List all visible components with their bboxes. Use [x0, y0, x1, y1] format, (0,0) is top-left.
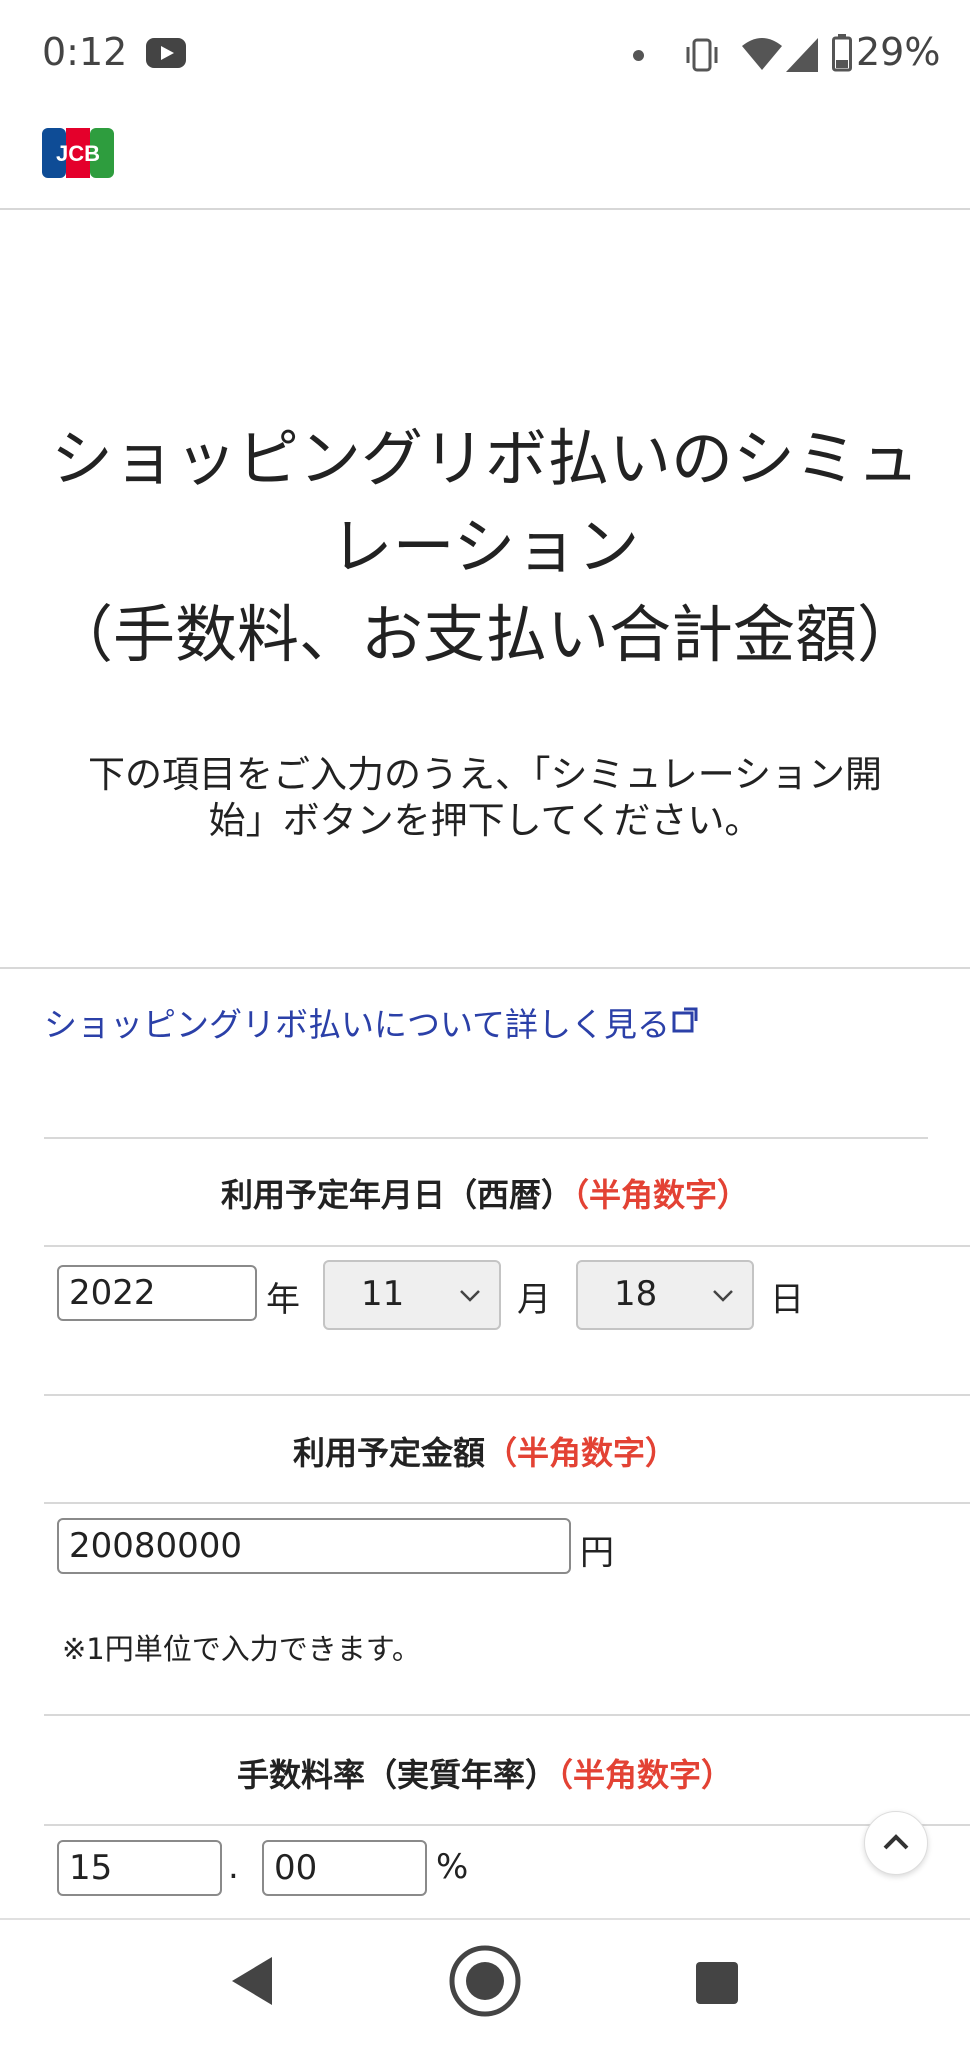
status-bar: 0:12 29%	[0, 0, 970, 110]
month-unit: 月	[517, 1280, 551, 1320]
nav-back-icon[interactable]	[230, 1955, 274, 2007]
year-input[interactable]: 2022	[57, 1265, 257, 1321]
amount-label-text: 利用予定金額	[292, 1434, 485, 1472]
intro-line: 始」ボタンを押下してください。	[208, 799, 762, 842]
day-value: 18	[614, 1274, 658, 1314]
rate-label-hint: （半角数字）	[557, 1756, 734, 1794]
chevron-down-icon	[460, 1290, 480, 1302]
jcb-logo[interactable]: JCB	[42, 128, 114, 178]
day-select[interactable]: 18	[576, 1260, 754, 1330]
section-divider	[0, 967, 970, 969]
form-divider	[44, 1245, 970, 1247]
rate-decimal-point: .	[228, 1847, 239, 1887]
battery-level: 29%	[856, 30, 941, 74]
form-divider	[44, 1714, 970, 1716]
rate-field-label: 手数料率（実質年率）（半角数字）	[0, 1750, 970, 1796]
date-field-label: 利用予定年月日（西暦）（半角数字）	[0, 1170, 970, 1216]
month-select[interactable]: 11	[323, 1260, 501, 1330]
rate-label-text: 手数料率（実質年率）	[236, 1756, 557, 1794]
chevron-up-icon	[883, 1834, 909, 1850]
wifi-icon	[742, 38, 782, 70]
external-link-icon[interactable]	[672, 1005, 700, 1033]
form-divider	[44, 1137, 928, 1139]
date-label-text: 利用予定年月日（西暦）	[220, 1176, 573, 1214]
youtube-icon	[146, 38, 186, 68]
month-value: 11	[361, 1274, 405, 1314]
battery-icon	[832, 34, 852, 72]
scroll-to-top-button[interactable]	[864, 1811, 928, 1875]
nav-recents-icon[interactable]	[696, 1962, 738, 2004]
day-unit: 日	[770, 1280, 804, 1320]
date-label-hint: （半角数字）	[573, 1176, 750, 1214]
rate-decimal-input[interactable]: 00	[262, 1840, 427, 1896]
rate-integer-input[interactable]: 15	[57, 1840, 222, 1896]
page-title-line: ショッピングリボ払いのシミュ	[50, 422, 919, 495]
amount-input[interactable]: 20080000	[57, 1518, 571, 1574]
svg-text:JCB: JCB	[56, 141, 100, 166]
header-divider	[0, 208, 970, 210]
amount-unit: 円	[580, 1533, 614, 1573]
nav-home-icon[interactable]	[448, 1944, 522, 2018]
chevron-down-icon	[713, 1290, 733, 1302]
form-divider	[44, 1502, 970, 1504]
year-unit: 年	[266, 1280, 300, 1320]
page-title-line: レーション	[330, 510, 640, 583]
page-title-line: （手数料、お支払い合計金額）	[50, 598, 919, 671]
amount-field-label: 利用予定金額（半角数字）	[0, 1428, 970, 1474]
intro-text: 下の項目をご入力のうえ、「シミュレーション開 始」ボタンを押下してください。	[40, 752, 930, 844]
form-divider	[44, 1824, 970, 1826]
signal-icon	[786, 38, 818, 72]
page-title: ショッピングリボ払いのシミュ レーション （手数料、お支払い合計金額）	[0, 415, 970, 679]
vibrate-icon	[686, 38, 718, 72]
rate-unit: %	[436, 1847, 469, 1887]
notification-dot-icon	[633, 50, 644, 61]
intro-line: 下の項目をご入力のうえ、「シミュレーション開	[87, 753, 883, 796]
form-divider	[44, 1394, 970, 1396]
amount-note: ※1円単位で入力できます。	[62, 1632, 421, 1666]
status-time: 0:12	[42, 30, 128, 74]
learn-more-link[interactable]: ショッピングリボ払いについて詳しく見る	[44, 998, 670, 1046]
amount-label-hint: （半角数字）	[485, 1434, 678, 1472]
